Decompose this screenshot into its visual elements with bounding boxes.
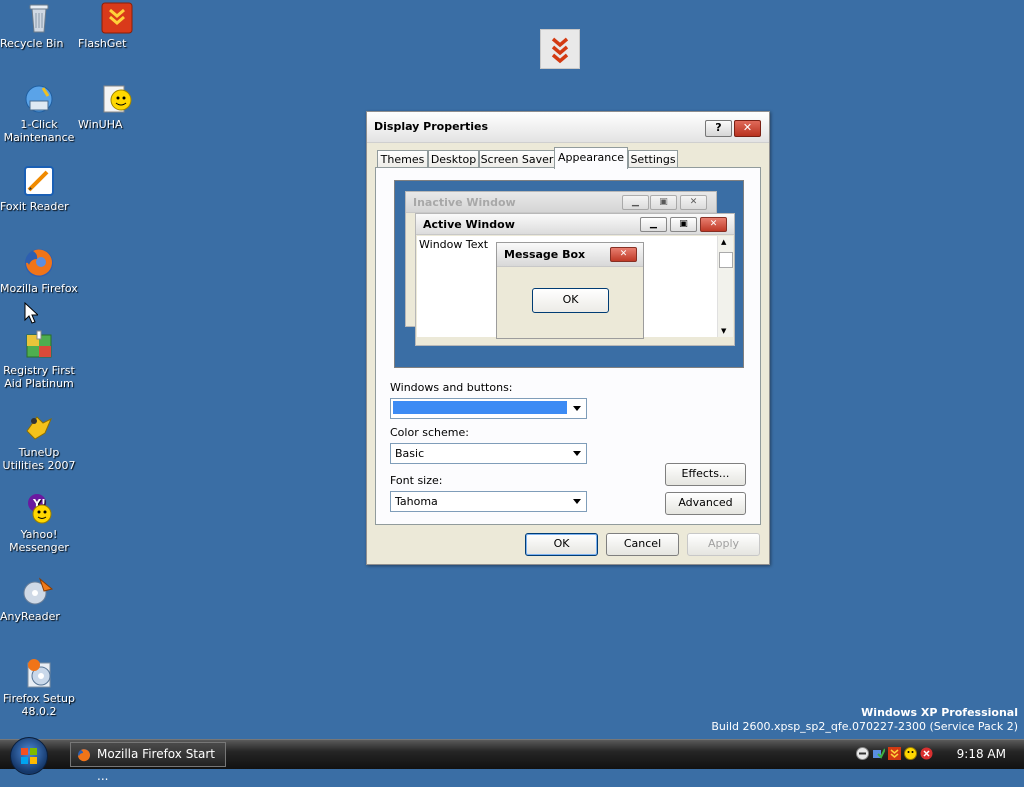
flashget-tray-icon[interactable]: [888, 747, 901, 760]
cancel-button[interactable]: Cancel: [606, 533, 679, 556]
color-scheme-select[interactable]: Basic: [390, 443, 587, 464]
windows-and-buttons-label: Windows and buttons:: [390, 381, 513, 394]
winuha-icon: [101, 83, 133, 115]
dialog-title: Display Properties: [374, 120, 489, 133]
display-properties-dialog: Display Properties ? ✕ Themes Desktop Sc…: [366, 111, 770, 565]
font-size-select[interactable]: Tahoma: [390, 491, 587, 512]
start-button[interactable]: [10, 737, 48, 775]
flashget-drop-target-icon[interactable]: [540, 29, 580, 69]
desktop-icon-registry-first-aid[interactable]: Registry First Aid Platinum: [0, 329, 78, 390]
desktop-icon-label: AnyReader: [0, 610, 60, 623]
mouse-cursor-icon: [24, 301, 40, 327]
firefox-icon: [77, 747, 91, 762]
close-icon: ✕: [700, 217, 727, 232]
close-button[interactable]: ✕: [734, 120, 761, 137]
desktop-icon-label: Yahoo! Messenger: [9, 528, 69, 554]
desktop-icon-1-click-maintenance[interactable]: 1-Click Maintenance: [0, 83, 78, 144]
appearance-preview: Inactive Window ▁ ▣ ✕ Active Window ▁ ▣ …: [394, 180, 744, 368]
clock[interactable]: 9:18 AM: [957, 747, 1006, 761]
message-box-ok-button: OK: [532, 288, 609, 313]
registry-first-aid-icon: [23, 329, 55, 361]
tuneup-utilities-icon: [23, 411, 55, 443]
chevron-down-icon[interactable]: [570, 446, 584, 460]
apply-button[interactable]: Apply: [687, 533, 760, 556]
os-edition-text: Windows XP Professional: [861, 706, 1018, 719]
window-text: Window Text: [419, 238, 489, 251]
desktop-icon-label: FlashGet: [78, 37, 127, 50]
windows-and-buttons-select[interactable]: [390, 398, 587, 419]
os-build-text: Build 2600.xpsp_sp2_qfe.070227-2300 (Ser…: [711, 720, 1018, 733]
color-scheme-label: Color scheme:: [390, 426, 469, 439]
taskbar-item-label: Mozilla Firefox Start ...: [97, 747, 216, 783]
minus-tray-icon[interactable]: [856, 747, 869, 760]
security-alert-tray-icon[interactable]: [920, 747, 933, 760]
font-size-label: Font size:: [390, 474, 443, 487]
maximize-icon: ▣: [650, 195, 677, 210]
desktop-icon-flashget[interactable]: FlashGet: [78, 2, 156, 50]
tab-screen-saver[interactable]: Screen Saver: [479, 150, 555, 168]
desktop-icon-label: TuneUp Utilities 2007: [2, 446, 76, 472]
system-tray: 9:18 AM: [854, 740, 1024, 769]
active-window-title: Active Window: [423, 218, 515, 231]
preview-message-box: Message Box ✕ OK: [496, 242, 644, 339]
desktop-icon-foxit-reader[interactable]: Foxit Reader: [0, 165, 78, 213]
desktop-icon-label: WinUHA: [78, 118, 123, 131]
desktop-icon-recycle-bin[interactable]: Recycle Bin: [0, 2, 78, 50]
windows-logo-icon: [21, 748, 37, 764]
desktop-icon-label: Registry First Aid Platinum: [3, 364, 75, 390]
firefox-icon: [23, 247, 55, 279]
tab-settings[interactable]: Settings: [628, 150, 678, 168]
desktop-icon-label: Foxit Reader: [0, 200, 69, 213]
inactive-window-title: Inactive Window: [413, 196, 516, 209]
taskbar: Mozilla Firefox Start ... 9:18 AM: [0, 737, 1024, 783]
desktop-icon-label: Recycle Bin: [0, 37, 64, 50]
font-size-value: Tahoma: [395, 495, 438, 508]
messenger-tray-icon[interactable]: [904, 747, 917, 760]
message-box-title: Message Box: [504, 248, 586, 261]
firefox-setup-icon: [23, 657, 55, 689]
chevron-down-icon[interactable]: [570, 494, 584, 508]
color-scheme-value: Basic: [395, 447, 425, 460]
os-watermark: Windows XP Professional Build 2600.xpsp_…: [711, 706, 1018, 734]
flashget-icon: [101, 2, 133, 34]
anyreader-icon: [23, 575, 55, 607]
ok-button[interactable]: OK: [525, 533, 598, 556]
scroll-down-icon: ▼: [721, 327, 727, 335]
tab-desktop[interactable]: Desktop: [428, 150, 479, 168]
effects-button[interactable]: Effects...: [665, 463, 746, 486]
minimize-icon: ▁: [640, 217, 667, 232]
network-shield-tray-icon[interactable]: [872, 747, 886, 760]
desktop-icon-tuneup-utilities[interactable]: TuneUp Utilities 2007: [0, 411, 78, 472]
taskbar-item-firefox[interactable]: Mozilla Firefox Start ...: [70, 742, 226, 783]
desktop-icon-firefox-setup[interactable]: Firefox Setup 48.0.2: [0, 657, 78, 718]
dialog-title-bar[interactable]: Display Properties ? ✕: [367, 112, 769, 143]
desktop-icon-label: 1-Click Maintenance: [3, 118, 75, 144]
maximize-icon: ▣: [670, 217, 697, 232]
desktop-icon-mozilla-firefox[interactable]: Mozilla Firefox: [0, 247, 78, 295]
scroll-thumb: [719, 252, 733, 268]
desktop-icon-label: Mozilla Firefox: [0, 282, 78, 295]
recycle-bin-icon: [23, 2, 55, 34]
close-icon: ✕: [680, 195, 707, 210]
minimize-icon: ▁: [622, 195, 649, 210]
close-icon: ✕: [610, 247, 637, 262]
advanced-button[interactable]: Advanced: [665, 492, 746, 515]
foxit-reader-icon: [23, 165, 55, 197]
desktop-icon-label: Firefox Setup 48.0.2: [3, 692, 75, 718]
1-click-maintenance-icon: [23, 83, 55, 115]
desktop-icon-winuha[interactable]: WinUHA: [78, 83, 156, 131]
scroll-up-icon: ▲: [721, 238, 727, 246]
appearance-panel: Inactive Window ▁ ▣ ✕ Active Window ▁ ▣ …: [375, 167, 761, 525]
tab-themes[interactable]: Themes: [377, 150, 428, 168]
selection-highlight: [393, 401, 567, 414]
desktop-icon-anyreader[interactable]: AnyReader: [0, 575, 78, 623]
desktop-icon-yahoo-messenger[interactable]: Y! Yahoo! Messenger: [0, 493, 78, 554]
help-button[interactable]: ?: [705, 120, 732, 137]
yahoo-messenger-icon: Y!: [23, 493, 55, 525]
preview-scrollbar: ▲ ▼: [717, 236, 733, 337]
preview-active-window: Active Window ▁ ▣ ✕ Window Text ▲ ▼ Mess…: [415, 213, 735, 346]
chevron-down-icon[interactable]: [570, 401, 584, 415]
tab-appearance[interactable]: Appearance: [554, 147, 628, 169]
